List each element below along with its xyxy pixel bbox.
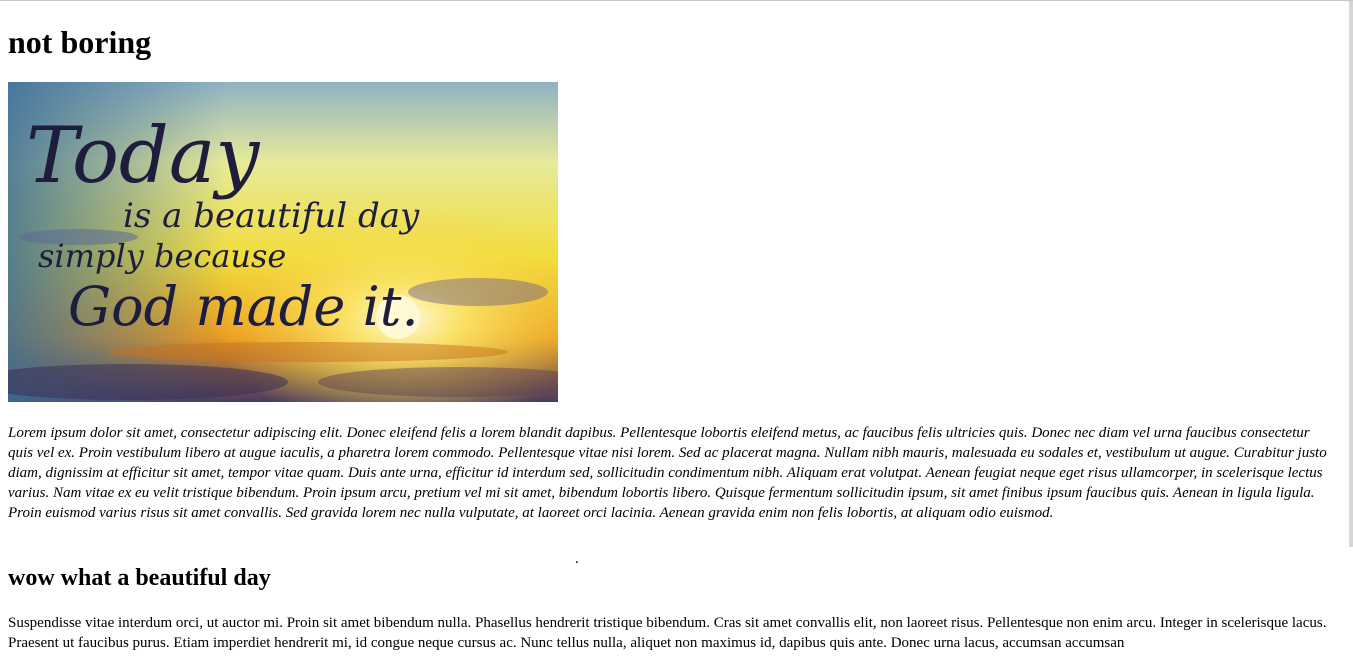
hero-image: Today is a beautiful day simply because … bbox=[8, 82, 558, 402]
vertical-scrollbar[interactable] bbox=[1349, 1, 1353, 547]
hero-line-god-made-it: God made it. bbox=[68, 275, 419, 338]
body-paragraph: Suspendisse vitae interdum orci, ut auct… bbox=[8, 615, 1327, 651]
hero-line-beautiful-day: is a beautiful day bbox=[123, 196, 420, 236]
hero-line-today: Today bbox=[26, 111, 260, 201]
section-heading: wow what a beautiful day bbox=[8, 565, 271, 591]
page-title: not boring bbox=[8, 24, 152, 60]
hero-line-simply-because: simply because bbox=[38, 237, 286, 275]
window-top-border bbox=[0, 0, 1353, 1]
separator-dot: . bbox=[575, 551, 579, 567]
intro-paragraph: Lorem ipsum dolor sit amet, consectetur … bbox=[8, 425, 1327, 521]
